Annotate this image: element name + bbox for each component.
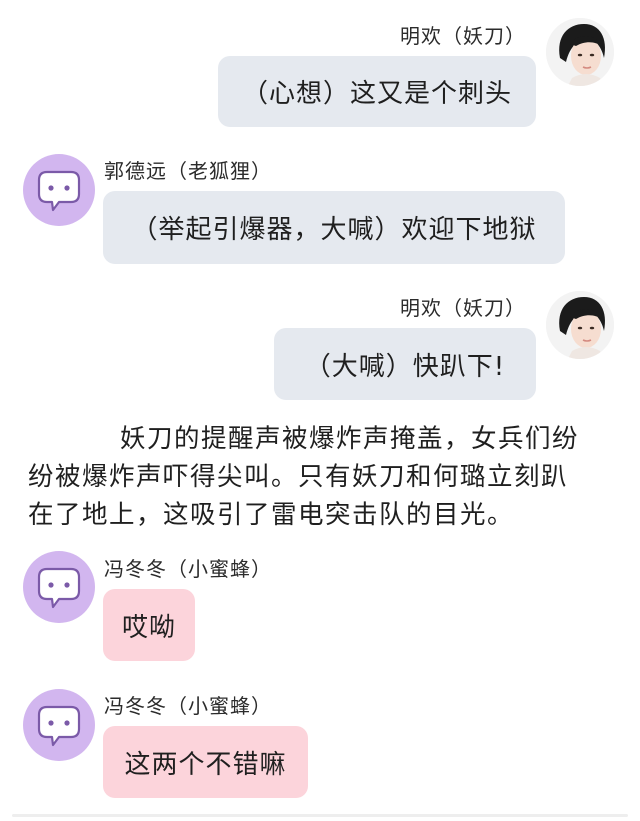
narration-line: 在了地上，这吸引了雷电突击队的目光。 <box>28 500 515 530</box>
message-bubble[interactable]: （大喊）快趴下! <box>274 328 536 400</box>
message-bubble[interactable]: （心想）这又是个刺头 <box>218 56 536 127</box>
chat-bubble-icon <box>37 705 81 747</box>
sender-name: 明欢（妖刀） <box>400 24 526 48</box>
photo-avatar[interactable] <box>546 18 614 86</box>
avatar[interactable] <box>23 551 95 623</box>
sender-name: 郭德远（老狐狸） <box>104 159 272 183</box>
avatar[interactable] <box>23 154 95 226</box>
message-text: （大喊）快趴下! <box>304 351 506 382</box>
bottom-divider <box>12 814 628 817</box>
narration-line-1: 妖刀的提醒声被爆炸声掩盖，女兵们纷 <box>120 424 580 454</box>
message-bubble[interactable]: 哎呦 <box>103 589 195 661</box>
chat-bubble-icon <box>37 170 81 212</box>
message-text: 哎呦 <box>121 612 176 643</box>
narration-text: 妖刀的提醒声被爆炸声掩盖，女兵们纷 纷被爆炸声吓得尖叫。只有妖刀和何璐立刻趴 在… <box>28 420 628 534</box>
message-bubble[interactable]: （举起引爆器，大喊）欢迎下地狱 <box>103 191 565 264</box>
narration-line: 妖刀的提醒声被爆炸声掩盖，女兵们纷 <box>28 420 628 458</box>
photo-avatar[interactable] <box>546 291 614 359</box>
chat-bubble-icon <box>37 567 81 609</box>
avatar[interactable] <box>23 689 95 761</box>
message-bubble[interactable]: 这两个不错嘛 <box>103 726 308 798</box>
message-text: （心想）这又是个刺头 <box>241 79 512 109</box>
message-text: （举起引爆器，大喊）欢迎下地狱 <box>131 215 537 245</box>
sender-name: 明欢（妖刀） <box>400 296 526 320</box>
portrait-image <box>546 291 614 359</box>
portrait-image <box>546 18 614 86</box>
message-text: 这两个不错嘛 <box>124 749 287 780</box>
sender-name: 冯冬冬（小蜜蜂） <box>104 694 272 718</box>
narration-line: 纷被爆炸声吓得尖叫。只有妖刀和何璐立刻趴 <box>28 462 569 492</box>
sender-name: 冯冬冬（小蜜蜂） <box>104 557 272 581</box>
